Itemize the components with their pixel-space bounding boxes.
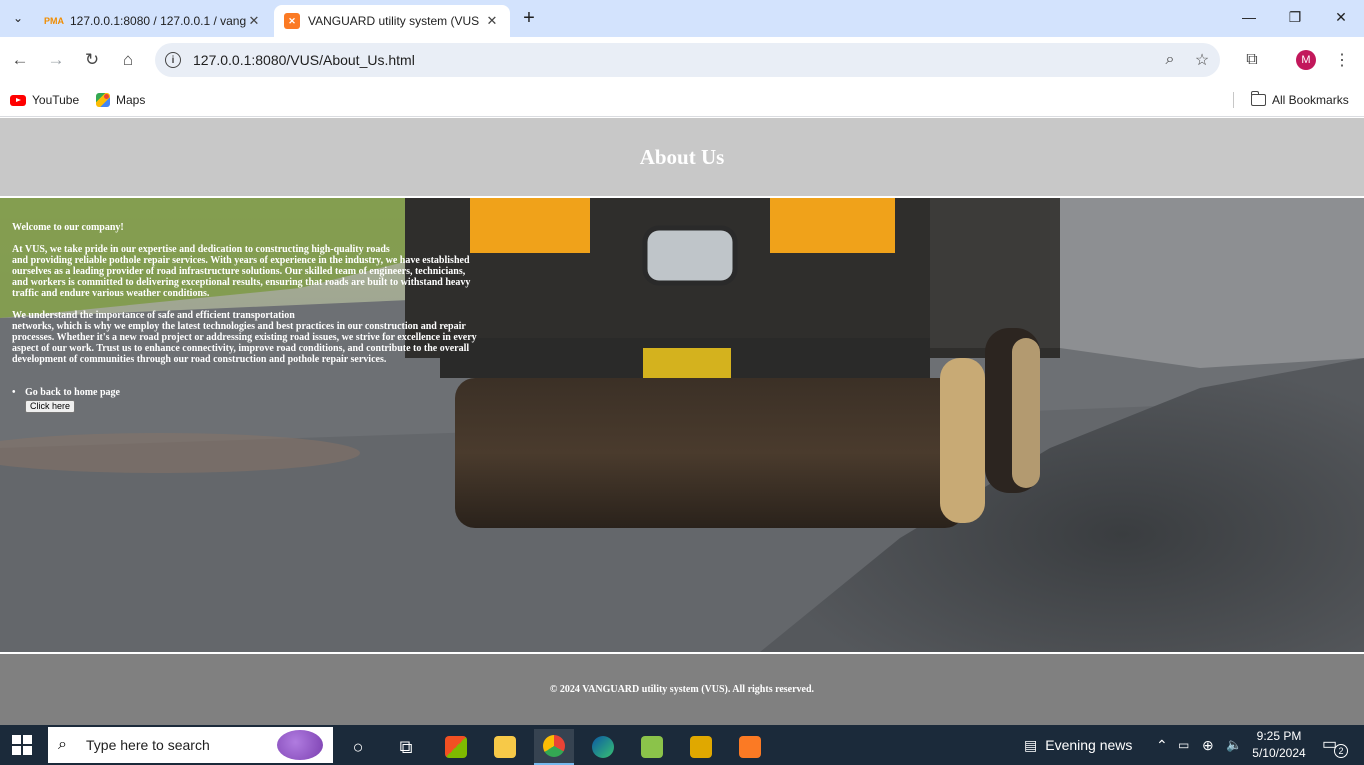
- notification-count: 2: [1334, 744, 1348, 758]
- time-text: 9:25 PM: [1256, 729, 1302, 743]
- bookmark-maps[interactable]: Maps: [96, 89, 145, 111]
- site-info-icon[interactable]: i: [165, 52, 181, 68]
- task-view-icon[interactable]: ⧉: [386, 729, 426, 765]
- taskbar-search-box[interactable]: ⌕ Type here to search: [48, 727, 333, 763]
- click-here-button[interactable]: Click here: [25, 400, 76, 413]
- about-paragraph-2: We understand the importance of safe and…: [12, 310, 477, 365]
- minimize-button[interactable]: —: [1226, 0, 1272, 34]
- search-placeholder: Type here to search: [86, 737, 210, 753]
- page-title: About Us: [639, 144, 725, 169]
- copyright-text: © 2024 VANGUARD utility system (VUS). Al…: [549, 684, 815, 695]
- news-label: Evening news: [1045, 737, 1133, 753]
- close-tab-icon[interactable]: ✕: [484, 13, 500, 29]
- youtube-icon: [10, 94, 26, 106]
- bookmark-label: YouTube: [32, 93, 80, 107]
- xampp-taskbar-icon[interactable]: [730, 729, 770, 765]
- file-explorer-icon[interactable]: [485, 729, 525, 765]
- about-paragraph-1: At VUS, we take pride in our expertise a…: [12, 244, 471, 299]
- forward-icon[interactable]: →: [42, 46, 70, 74]
- close-tab-icon[interactable]: ✕: [246, 13, 262, 29]
- road-roller-background-image: Welcome to our company! At VUS, we take …: [0, 198, 1364, 652]
- back-icon[interactable]: ←: [6, 46, 34, 74]
- browser-tab-bar: ⌄ PMA 127.0.0.1:8080 / 127.0.0.1 / vang …: [0, 0, 1364, 37]
- profile-avatar[interactable]: M: [1296, 50, 1316, 70]
- bookmark-label: Maps: [116, 93, 146, 107]
- windows-taskbar: ⌕ Type here to search ○ ⧉ ▤ Evening news…: [0, 725, 1364, 765]
- bookmarks-separator: [1233, 92, 1234, 108]
- menu-icon[interactable]: ⋮: [1328, 46, 1356, 74]
- new-tab-button[interactable]: +: [518, 6, 540, 30]
- volume-icon[interactable]: 🔈: [1226, 725, 1242, 765]
- battery-icon[interactable]: ▭: [1178, 725, 1189, 765]
- home-icon[interactable]: ⌂: [114, 46, 142, 74]
- folder-icon: [1250, 91, 1266, 106]
- extensions-icon[interactable]: ⧉: [1238, 46, 1266, 74]
- bookmark-star-icon[interactable]: ☆: [1187, 43, 1217, 77]
- news-widget[interactable]: ▤ Evening news: [1024, 725, 1132, 765]
- search-highlight-image: [277, 730, 323, 760]
- url-text[interactable]: 127.0.0.1:8080/VUS/About_Us.html: [193, 52, 415, 68]
- notepad-plus-icon[interactable]: [632, 729, 672, 765]
- xampp-icon: ✕: [284, 13, 300, 29]
- home-link-list: Go back to home page Click here: [12, 387, 512, 413]
- network-icon[interactable]: ⊕: [1202, 725, 1214, 765]
- clock[interactable]: 9:25 PM 5/10/2024: [1244, 728, 1314, 762]
- page-footer: © 2024 VANGUARD utility system (VUS). Al…: [0, 652, 1364, 725]
- app-icon[interactable]: [681, 729, 721, 765]
- zoom-icon[interactable]: ⌕: [1155, 43, 1185, 77]
- notification-center-icon[interactable]: ▭ 2: [1322, 734, 1348, 758]
- chrome-icon[interactable]: [534, 729, 574, 765]
- tab-title: VANGUARD utility system (VUS: [308, 14, 480, 28]
- browser-toolbar: ← → ↻ ⌂ i 127.0.0.1:8080/VUS/About_Us.ht…: [0, 37, 1364, 83]
- bookmark-youtube[interactable]: YouTube: [10, 89, 79, 111]
- welcome-heading: Welcome to our company!: [12, 222, 124, 233]
- microsoft-store-icon[interactable]: [436, 729, 476, 765]
- tab-title: 127.0.0.1:8080 / 127.0.0.1 / vang: [70, 14, 246, 28]
- edge-icon[interactable]: [583, 729, 623, 765]
- show-hidden-icons[interactable]: ⌃: [1156, 725, 1168, 765]
- cortana-icon[interactable]: ○: [338, 729, 378, 765]
- maps-icon: [96, 93, 110, 107]
- tab-search-dropdown-icon[interactable]: ⌄: [6, 6, 30, 30]
- reload-icon[interactable]: ↻: [78, 46, 106, 74]
- phpmyadmin-icon: PMA: [44, 16, 64, 26]
- news-icon: ▤: [1024, 736, 1038, 753]
- windows-start-icon[interactable]: [12, 735, 32, 755]
- all-bookmarks-button[interactable]: All Bookmarks: [1250, 89, 1349, 111]
- about-content: Welcome to our company! At VUS, we take …: [12, 222, 512, 413]
- restore-button[interactable]: ❐: [1272, 0, 1318, 34]
- bookmarks-bar: YouTube Maps All Bookmarks: [0, 83, 1364, 117]
- date-text: 5/10/2024: [1252, 746, 1306, 760]
- address-bar[interactable]: i 127.0.0.1:8080/VUS/About_Us.html ⌕ ☆: [155, 43, 1220, 77]
- all-bookmarks-label: All Bookmarks: [1272, 93, 1349, 107]
- close-window-button[interactable]: ✕: [1318, 0, 1364, 34]
- web-page: About Us Welcome to our company! At VUS,…: [0, 118, 1364, 725]
- page-header: About Us: [0, 118, 1364, 198]
- home-link-item: Go back to home page Click here: [12, 387, 512, 413]
- home-link-text: Go back to home page: [25, 387, 120, 398]
- tab-phpmyadmin[interactable]: PMA 127.0.0.1:8080 / 127.0.0.1 / vang ✕: [36, 5, 272, 37]
- tab-vanguard[interactable]: ✕ VANGUARD utility system (VUS ✕: [274, 5, 510, 37]
- search-icon: ⌕: [58, 736, 67, 753]
